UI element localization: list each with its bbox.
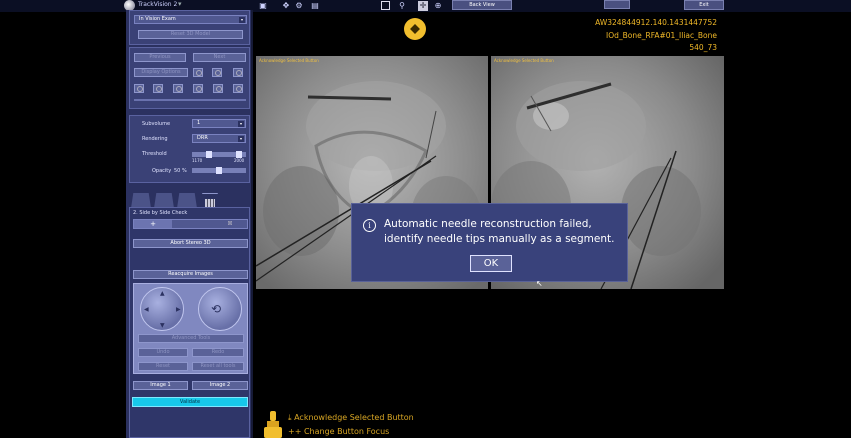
previous-button[interactable]: Previous [134, 53, 186, 62]
arrow-down-icon: ▼ [160, 322, 165, 329]
tools-icon[interactable]: ✥ [281, 1, 291, 11]
exit-button[interactable]: Exit [684, 0, 724, 10]
settings-icon[interactable]: ⚙ [294, 1, 304, 11]
opacity-label: Opacity [152, 168, 172, 174]
exam-select[interactable]: In Vision Exam ▾ [134, 15, 247, 24]
redo-button[interactable]: Redo [192, 348, 244, 357]
grid-icon[interactable]: ▤ [310, 1, 320, 11]
loop-icon[interactable] [233, 84, 243, 93]
print-icon[interactable] [233, 68, 243, 77]
window-level-icon[interactable] [381, 1, 390, 10]
viewport-caption: Acknowledge Selected Button [259, 58, 319, 63]
save-icon[interactable] [193, 68, 203, 77]
navigation-section: Previous Next Display Options [129, 47, 250, 109]
joystick-icon [264, 411, 282, 438]
validate-button[interactable]: Validate [132, 397, 248, 407]
threshold-slider[interactable] [192, 151, 246, 158]
subvolume-select[interactable]: 1 ▾ [192, 119, 246, 128]
series-name: IOd_Bone_RFA#01_Iliac_Bone [606, 30, 717, 40]
left-control-panel: In Vision Exam ▾ Reset 3D Model Previous… [126, 10, 253, 438]
section-title: 2. Side by Side Check [133, 210, 188, 216]
zoom-icon[interactable]: ⚲ [396, 1, 408, 11]
navigation-pad: ▲ ▼ ◀ ▶ ⟲ Advanced Tools Undo Redo Reset… [133, 283, 248, 374]
prev-frame-icon[interactable] [153, 84, 163, 93]
error-dialog: i Automatic needle reconstruction failed… [351, 203, 628, 282]
reacquire-images-button[interactable]: Reacquire Images [133, 270, 248, 279]
pan-joystick[interactable]: ▲ ▼ ◀ ▶ [140, 287, 184, 331]
view-toggle-button[interactable] [604, 0, 630, 9]
image-1-button[interactable]: Image 1 [133, 381, 188, 390]
pan-icon[interactable]: ✛ [418, 1, 428, 11]
opacity-handle[interactable] [216, 167, 222, 174]
chevron-down-icon[interactable]: ▾ [238, 136, 244, 142]
next-frame-icon[interactable] [193, 84, 203, 93]
series-number: 540_73 [689, 43, 717, 52]
trash-icon[interactable]: ⊠ [212, 220, 248, 228]
arrow-left-icon: ◀ [144, 306, 149, 313]
image-2-button[interactable]: Image 2 [192, 381, 248, 390]
rendering-section: Subvolume 1 ▾ Rendering DRR ▾ Threshold … [129, 115, 250, 183]
hint-acknowledge: ⤓ Acknowledge Selected Button [288, 413, 414, 423]
threshold-handle-min[interactable] [206, 151, 212, 158]
undo-button[interactable]: Undo [138, 348, 188, 357]
change-focus-icon: ++ [288, 427, 302, 436]
back-view-button[interactable]: Back View [452, 0, 512, 10]
hint-change-focus: ++ Change Button Focus [288, 427, 389, 436]
side-by-side-section: 2. Side by Side Check + ⊠ Abort Stereo 3… [129, 207, 250, 438]
info-icon: i [363, 219, 376, 232]
camera-icon[interactable] [212, 68, 222, 77]
subvolume-value: 1 [197, 120, 201, 126]
chevron-down-icon[interactable]: ▾ [178, 0, 182, 8]
rendering-value: DRR [197, 135, 208, 141]
exam-section: In Vision Exam ▾ Reset 3D Model [129, 10, 250, 45]
layout-icon[interactable]: ▣ [258, 1, 268, 11]
divider [134, 99, 246, 101]
threshold-min: 1170 [192, 158, 203, 163]
opacity-slider[interactable] [192, 167, 246, 174]
first-frame-icon[interactable] [134, 84, 144, 93]
next-button[interactable]: Next [193, 53, 246, 62]
exam-select-value: In Vision Exam [139, 16, 176, 22]
play-icon[interactable] [173, 84, 183, 93]
acknowledge-icon: ⤓ [288, 413, 292, 422]
segment-toolbar: + ⊠ [133, 219, 248, 229]
threshold-max: 2000 [234, 158, 245, 163]
chevron-down-icon[interactable]: ▾ [239, 17, 245, 23]
rendering-label: Rendering [142, 136, 168, 142]
ok-button[interactable]: OK [470, 255, 512, 272]
hint-change-focus-label: Change Button Focus [303, 427, 390, 436]
study-id: AW324844912.140.1431447752 [595, 18, 717, 27]
reset-all-tools-button[interactable]: Reset all tools [192, 362, 244, 371]
opacity-value: 50 % [174, 168, 187, 174]
dialog-message-line-2: identify needle tips manually as a segme… [384, 233, 615, 245]
rotate-joystick[interactable]: ⟲ [198, 287, 242, 331]
abort-stereo-3d-button[interactable]: Abort Stereo 3D [133, 239, 248, 248]
arrow-up-icon: ▲ [160, 290, 165, 297]
app-name: TrackVision 2 [138, 1, 178, 8]
reset-3d-model-button[interactable]: Reset 3D Model [138, 30, 243, 39]
reset-view-button[interactable]: Reset [138, 362, 188, 371]
rotate-icon[interactable]: ⊕ [433, 1, 443, 11]
threshold-label: Threshold [142, 151, 167, 157]
rotate-icon: ⟲ [211, 302, 222, 316]
display-options-button[interactable]: Display Options [134, 68, 188, 77]
advanced-tools-button[interactable]: Advanced Tools [138, 334, 244, 343]
subvolume-label: Subvolume [142, 121, 171, 127]
chevron-down-icon[interactable]: ▾ [238, 121, 244, 127]
add-icon[interactable]: + [134, 220, 172, 228]
viewport-caption: Acknowledge Selected Button [494, 58, 554, 63]
patient-info: AW324844912.140.1431447752 IOd_Bone_RFA#… [595, 17, 717, 55]
mouse-cursor-icon: ↖ [536, 279, 543, 288]
trackvision-emblem-icon [404, 18, 426, 40]
threshold-handle-max[interactable] [236, 151, 242, 158]
last-frame-icon[interactable] [213, 84, 223, 93]
dialog-message-line-1: Automatic needle reconstruction failed, [384, 218, 592, 230]
arrow-right-icon: ▶ [176, 306, 181, 313]
rendering-select[interactable]: DRR ▾ [192, 134, 246, 143]
hint-acknowledge-label: Acknowledge Selected Button [294, 413, 414, 422]
